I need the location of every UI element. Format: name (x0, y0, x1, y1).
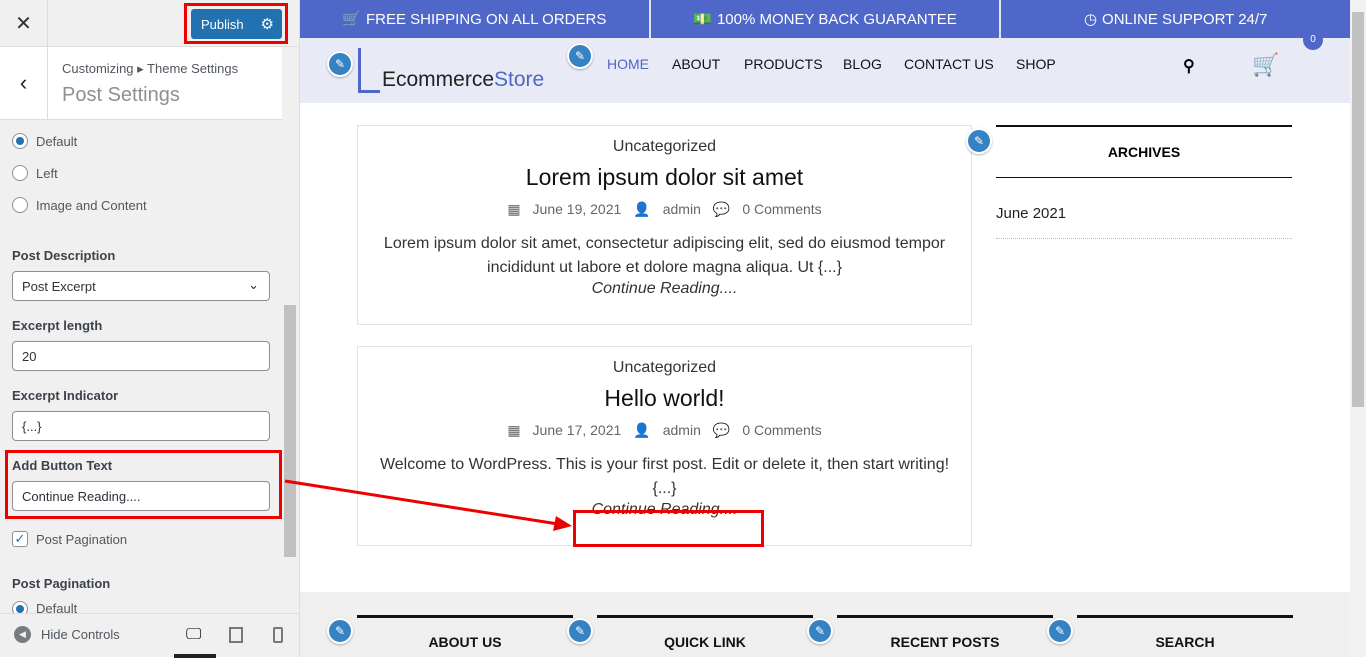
annotation-arrow (284, 479, 572, 531)
